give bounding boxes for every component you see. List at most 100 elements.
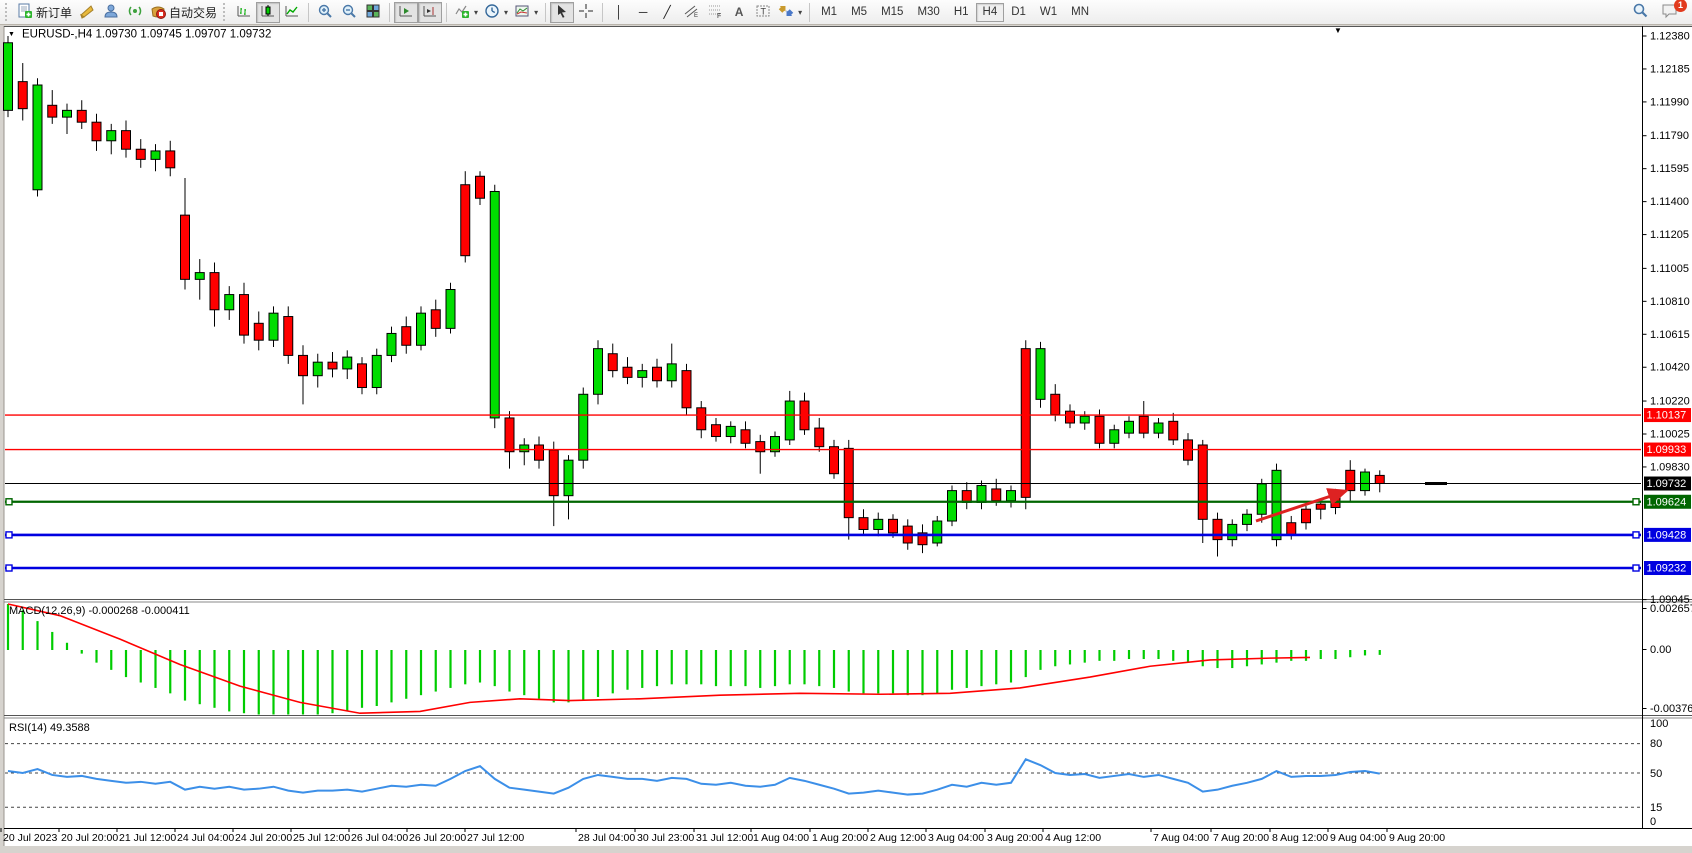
tab-timeframe-d1[interactable]: D1 xyxy=(1004,3,1033,22)
tab-timeframe-h1[interactable]: H1 xyxy=(947,3,976,22)
navigator-button[interactable] xyxy=(123,2,147,23)
bear-candle xyxy=(697,408,706,430)
line-anchor[interactable] xyxy=(6,565,12,571)
rsi-axis-label: 50 xyxy=(1650,768,1662,780)
bull-candle xyxy=(1361,472,1370,491)
tab-timeframe-h4[interactable]: H4 xyxy=(976,3,1005,22)
tab-timeframe-m1[interactable]: M1 xyxy=(814,3,844,22)
bull-candle xyxy=(490,191,499,417)
bull-candle xyxy=(1125,421,1134,433)
line-anchor[interactable] xyxy=(6,499,12,505)
line-anchor[interactable] xyxy=(6,532,12,538)
bull-candle xyxy=(1007,491,1016,501)
bull-candle xyxy=(269,313,278,340)
bear-candle xyxy=(1302,509,1311,523)
bull-candle xyxy=(387,333,396,355)
tab-timeframe-w1[interactable]: W1 xyxy=(1033,3,1064,22)
new-order-label: 新订单 xyxy=(36,4,72,21)
tab-timeframe-mn[interactable]: MN xyxy=(1064,3,1096,22)
bear-candle xyxy=(535,445,544,460)
templates-button[interactable]: ▾ xyxy=(511,2,541,23)
bear-candle xyxy=(328,362,337,369)
candlestick-chart-button[interactable] xyxy=(256,2,280,23)
toolbar-grip[interactable] xyxy=(223,3,229,21)
bear-candle xyxy=(284,317,293,356)
bear-candle xyxy=(1095,416,1104,443)
bear-candle xyxy=(1375,475,1384,483)
line-anchor[interactable] xyxy=(1633,532,1639,538)
time-tick-label: 25 Jul 12:00 xyxy=(293,832,350,844)
zoom-out-button[interactable] xyxy=(337,2,361,23)
time-tick-label: 20 Jul 20:00 xyxy=(61,832,118,844)
toolbar-grip[interactable] xyxy=(5,3,11,21)
line-anchor[interactable] xyxy=(1633,499,1639,505)
auto-scroll-button[interactable] xyxy=(394,2,418,23)
candlestick-chart-icon xyxy=(260,3,276,22)
chart-dropdown-icon[interactable]: ▼ xyxy=(8,31,15,38)
tab-timeframe-m30[interactable]: M30 xyxy=(910,3,946,22)
chart-area[interactable]: 1.123801.121851.119901.117901.115951.114… xyxy=(0,0,1692,853)
bull-candle xyxy=(1243,514,1252,524)
text-label-button[interactable]: T xyxy=(751,2,775,23)
notifications-button[interactable]: 1 xyxy=(1658,2,1682,23)
bar-chart-button[interactable] xyxy=(232,2,256,23)
bull-candle xyxy=(1110,430,1119,444)
bear-candle xyxy=(181,215,190,279)
bear-candle xyxy=(623,367,632,377)
chart-shift-button[interactable] xyxy=(418,2,442,23)
cursor-button[interactable] xyxy=(550,2,574,23)
bear-candle xyxy=(1169,421,1178,440)
equidistant-channel-button[interactable]: E xyxy=(679,2,703,23)
bear-candle xyxy=(402,327,411,346)
autotrading-button[interactable]: 自动交易 xyxy=(147,2,220,23)
time-tick-label: 3 Aug 20:00 xyxy=(987,832,1043,844)
bull-candle xyxy=(1154,423,1163,433)
rsi-axis-label: 15 xyxy=(1650,802,1662,814)
data-window-button[interactable] xyxy=(99,2,123,23)
price-tag-label: 1.10137 xyxy=(1647,410,1687,422)
search-icon xyxy=(1632,2,1649,22)
market-watch-button[interactable] xyxy=(75,2,99,23)
line-anchor[interactable] xyxy=(1633,565,1639,571)
zoom-in-button[interactable] xyxy=(313,2,337,23)
time-tick-label: 24 Jul 20:00 xyxy=(235,832,292,844)
time-tick-label: 9 Aug 20:00 xyxy=(1389,832,1445,844)
tab-timeframe-m15[interactable]: M15 xyxy=(874,3,910,22)
indicators-icon xyxy=(454,3,470,22)
cursor-icon xyxy=(554,3,570,22)
indicators-button[interactable]: ▾ xyxy=(451,2,481,23)
tile-windows-button[interactable] xyxy=(361,2,385,23)
trendline-button[interactable]: ╱ xyxy=(655,2,679,23)
chevron-down-icon: ▾ xyxy=(534,8,538,17)
price-tick-label: 1.12380 xyxy=(1650,31,1690,43)
bear-candle xyxy=(653,367,662,381)
line-chart-button[interactable] xyxy=(280,2,304,23)
chevron-down-icon: ▾ xyxy=(474,8,478,17)
bull-candle xyxy=(1257,484,1266,514)
price-tag-label: 1.09624 xyxy=(1647,496,1687,508)
macd-label: MACD(12,26,9) -0.000268 -0.000411 xyxy=(9,605,190,617)
horizontal-line-button[interactable]: ─ xyxy=(631,2,655,23)
bull-candle xyxy=(4,43,13,111)
periods-icon xyxy=(484,3,500,22)
price-tick-label: 1.12185 xyxy=(1650,63,1690,75)
price-tick-label: 1.09830 xyxy=(1650,461,1690,473)
text-button[interactable]: A xyxy=(727,2,751,23)
bull-candle xyxy=(726,426,735,436)
price-tick-label: 1.11990 xyxy=(1650,96,1689,108)
macd-axis-label: 0.00 xyxy=(1650,644,1671,656)
macd-axis-label: -0.003764 xyxy=(1650,703,1692,715)
templates-icon xyxy=(514,3,530,22)
bear-candle xyxy=(461,185,470,256)
time-tick-label: 20 Jul 2023 xyxy=(3,832,57,844)
search-button[interactable] xyxy=(1628,2,1652,23)
vertical-line-button[interactable]: │ xyxy=(607,2,631,23)
crosshair-button[interactable] xyxy=(574,2,598,23)
arrows-button[interactable]: ▾ xyxy=(775,2,805,23)
tab-timeframe-m5[interactable]: M5 xyxy=(844,3,874,22)
fibonacci-button[interactable]: F xyxy=(703,2,727,23)
new-order-button[interactable]: 新订单 xyxy=(14,2,75,23)
periods-button[interactable]: ▾ xyxy=(481,2,511,23)
auto-scroll-icon xyxy=(398,3,414,22)
chart-shift-marker[interactable]: ▼ xyxy=(1334,26,1342,35)
